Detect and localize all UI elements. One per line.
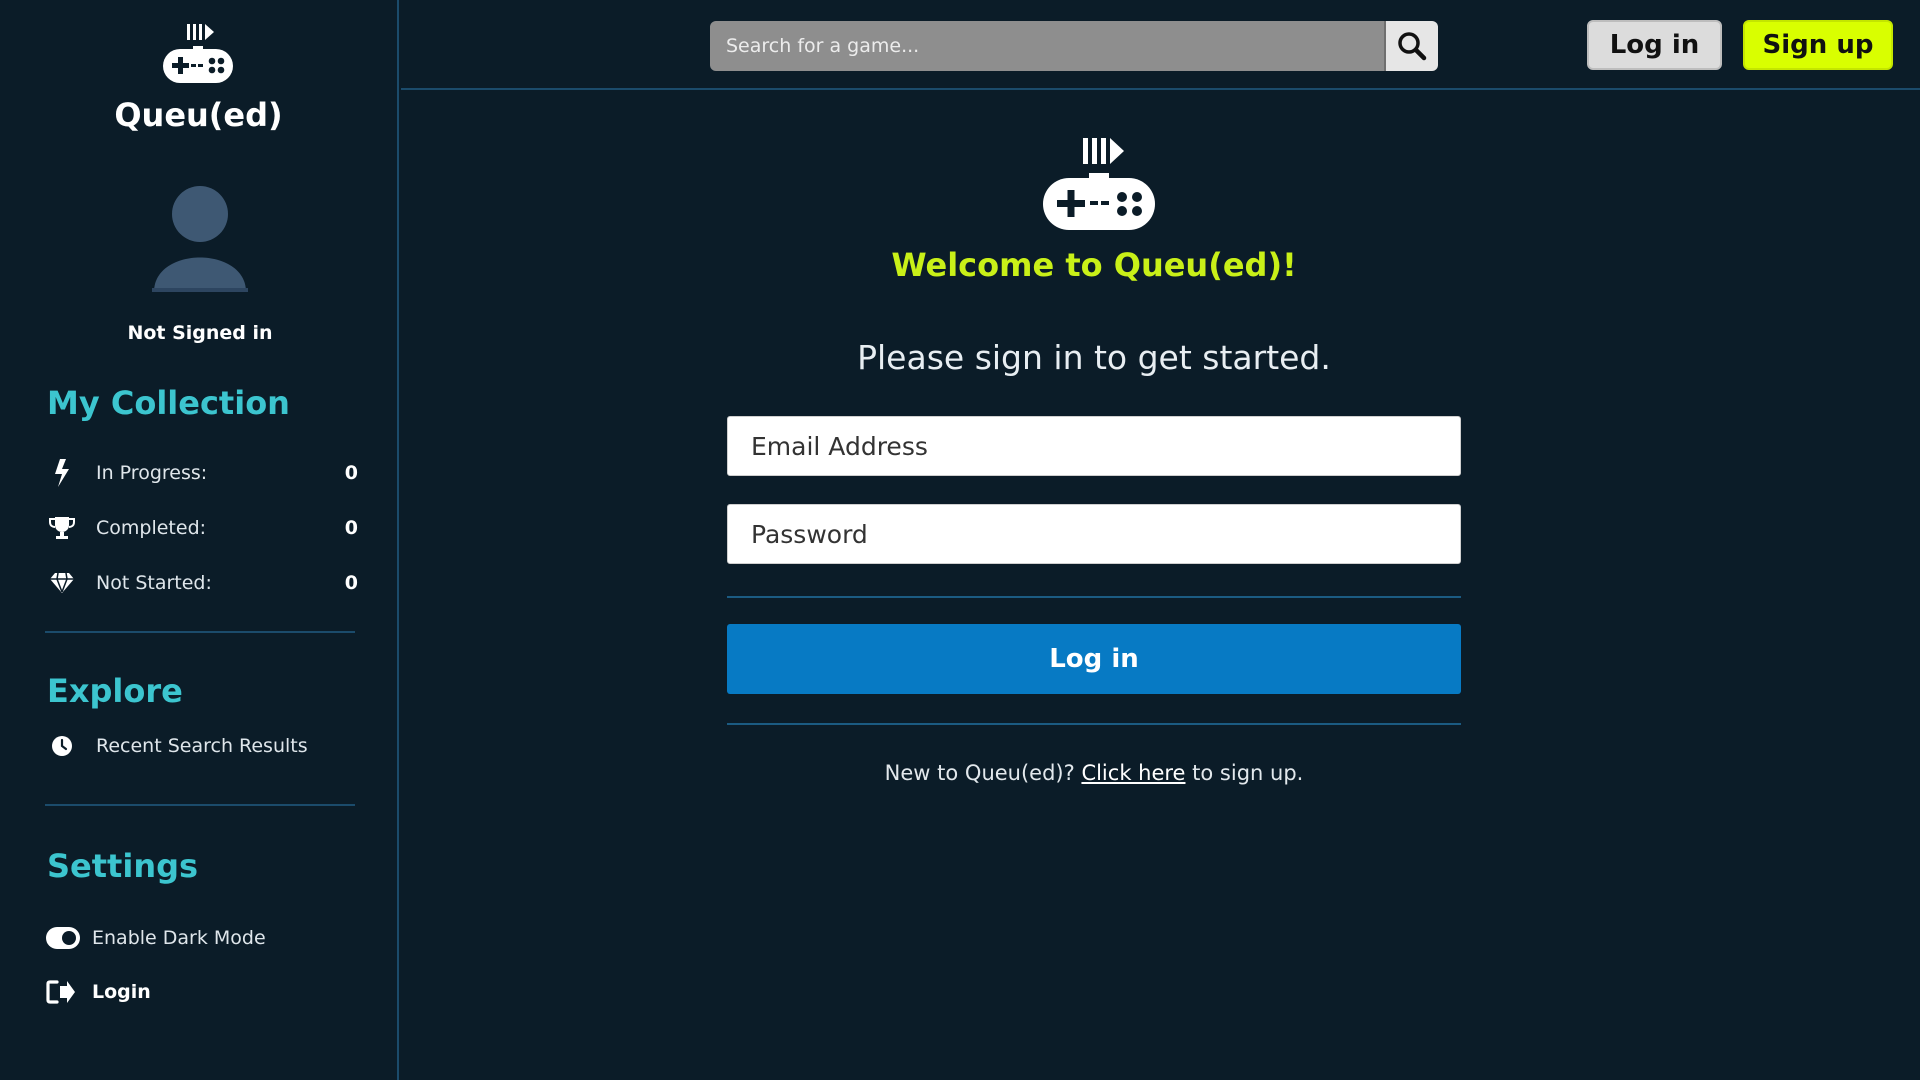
form-divider	[727, 596, 1461, 598]
stat-label: In Progress:	[96, 462, 208, 484]
search-icon	[1398, 32, 1427, 61]
stat-count: 0	[344, 572, 358, 594]
search-button[interactable]	[1384, 21, 1438, 71]
email-field[interactable]	[727, 416, 1461, 476]
my-collection-heading: My Collection	[47, 384, 290, 422]
sidebar-divider	[45, 804, 355, 806]
stat-in-progress[interactable]: In Progress: 0	[48, 456, 358, 490]
stat-count: 0	[344, 517, 358, 539]
search-input[interactable]	[710, 21, 1384, 71]
password-field[interactable]	[727, 504, 1461, 564]
dark-mode-label: Enable Dark Mode	[92, 927, 266, 949]
signup-suffix: to sign up.	[1185, 761, 1304, 785]
sidebar-item-label: Recent Search Results	[96, 735, 308, 757]
stat-not-started[interactable]: Not Started: 0	[48, 566, 358, 600]
stat-label: Not Started:	[96, 572, 212, 594]
sidebar-login-link[interactable]: Login	[46, 975, 151, 1009]
search-bar	[710, 21, 1438, 71]
toggle-icon[interactable]	[46, 924, 80, 952]
stat-label: Completed:	[96, 517, 207, 539]
brand-name: Queu(ed)	[114, 96, 283, 134]
signup-prompt: New to Queu(ed)? Click here to sign up.	[727, 761, 1461, 785]
stat-count: 0	[344, 462, 358, 484]
login-submit-button[interactable]: Log in	[727, 624, 1461, 694]
avatar-icon	[152, 186, 248, 292]
explore-heading: Explore	[47, 672, 183, 710]
header-login-button[interactable]: Log in	[1587, 20, 1722, 70]
form-divider	[727, 723, 1461, 725]
signup-prefix: New to Queu(ed)?	[884, 761, 1082, 785]
gem-icon	[48, 569, 76, 597]
sidebar-divider	[45, 631, 355, 633]
signup-link[interactable]: Click here	[1081, 761, 1185, 785]
gamepad-logo-icon	[163, 24, 233, 83]
header-signup-button[interactable]: Sign up	[1743, 20, 1893, 70]
trophy-icon	[48, 514, 76, 542]
gamepad-logo-icon	[1043, 138, 1155, 230]
sidebar-item-recent-search[interactable]: Recent Search Results	[48, 729, 358, 763]
settings-heading: Settings	[47, 847, 199, 885]
top-bar: Log in Sign up	[401, 0, 1920, 90]
stat-completed[interactable]: Completed: 0	[48, 511, 358, 545]
signin-subtitle: Please sign in to get started.	[857, 338, 1331, 377]
dark-mode-toggle-row[interactable]: Enable Dark Mode	[46, 921, 266, 955]
clock-icon	[48, 732, 76, 760]
welcome-heading: Welcome to Queu(ed)!	[891, 246, 1297, 284]
sidebar-login-label: Login	[92, 981, 151, 1003]
user-status: Not Signed in	[127, 322, 273, 344]
sign-in-icon	[46, 978, 80, 1006]
bolt-icon	[48, 459, 76, 487]
sidebar: Queu(ed) Not Signed in My Collection In …	[0, 0, 399, 1080]
